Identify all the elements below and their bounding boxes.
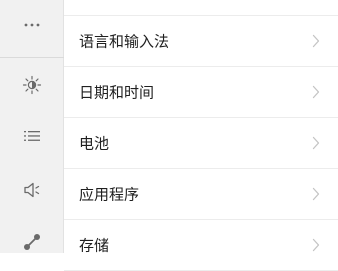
more-dots-icon [24,23,40,27]
settings-item-storage[interactable]: 存储 [64,220,338,271]
chevron-right-icon [312,187,320,201]
sidebar-item-connect[interactable] [0,222,64,262]
settings-item-label: 应用程序 [79,185,140,204]
sidebar-divider [0,57,64,58]
chevron-right-icon [312,136,320,150]
chevron-right-icon [312,238,320,252]
chevron-right-icon [312,34,320,48]
settings-item-label: 电池 [79,134,110,153]
settings-item-label: 日期和时间 [79,83,155,102]
sidebar-item-list[interactable] [0,116,64,156]
settings-item-label: 存储 [79,236,110,255]
speaker-icon [24,182,40,198]
settings-item-label: 语言和输入法 [79,32,170,51]
settings-item-date-time[interactable]: 日期和时间 [64,67,338,118]
settings-item-language-input[interactable]: 语言和输入法 [64,16,338,67]
sidebar [0,0,64,253]
brightness-icon [22,75,42,95]
settings-list: 语言和输入法 日期和时间 电池 应用程序 存储 [64,0,338,271]
sidebar-item-display[interactable] [0,65,64,105]
chevron-right-icon [312,85,320,99]
settings-item-battery[interactable]: 电池 [64,118,338,169]
settings-item-applications[interactable]: 应用程序 [64,169,338,220]
sidebar-item-sound[interactable] [0,170,64,210]
sidebar-item-more[interactable] [0,5,64,45]
connect-icon [24,234,40,250]
list-icon [24,131,40,141]
